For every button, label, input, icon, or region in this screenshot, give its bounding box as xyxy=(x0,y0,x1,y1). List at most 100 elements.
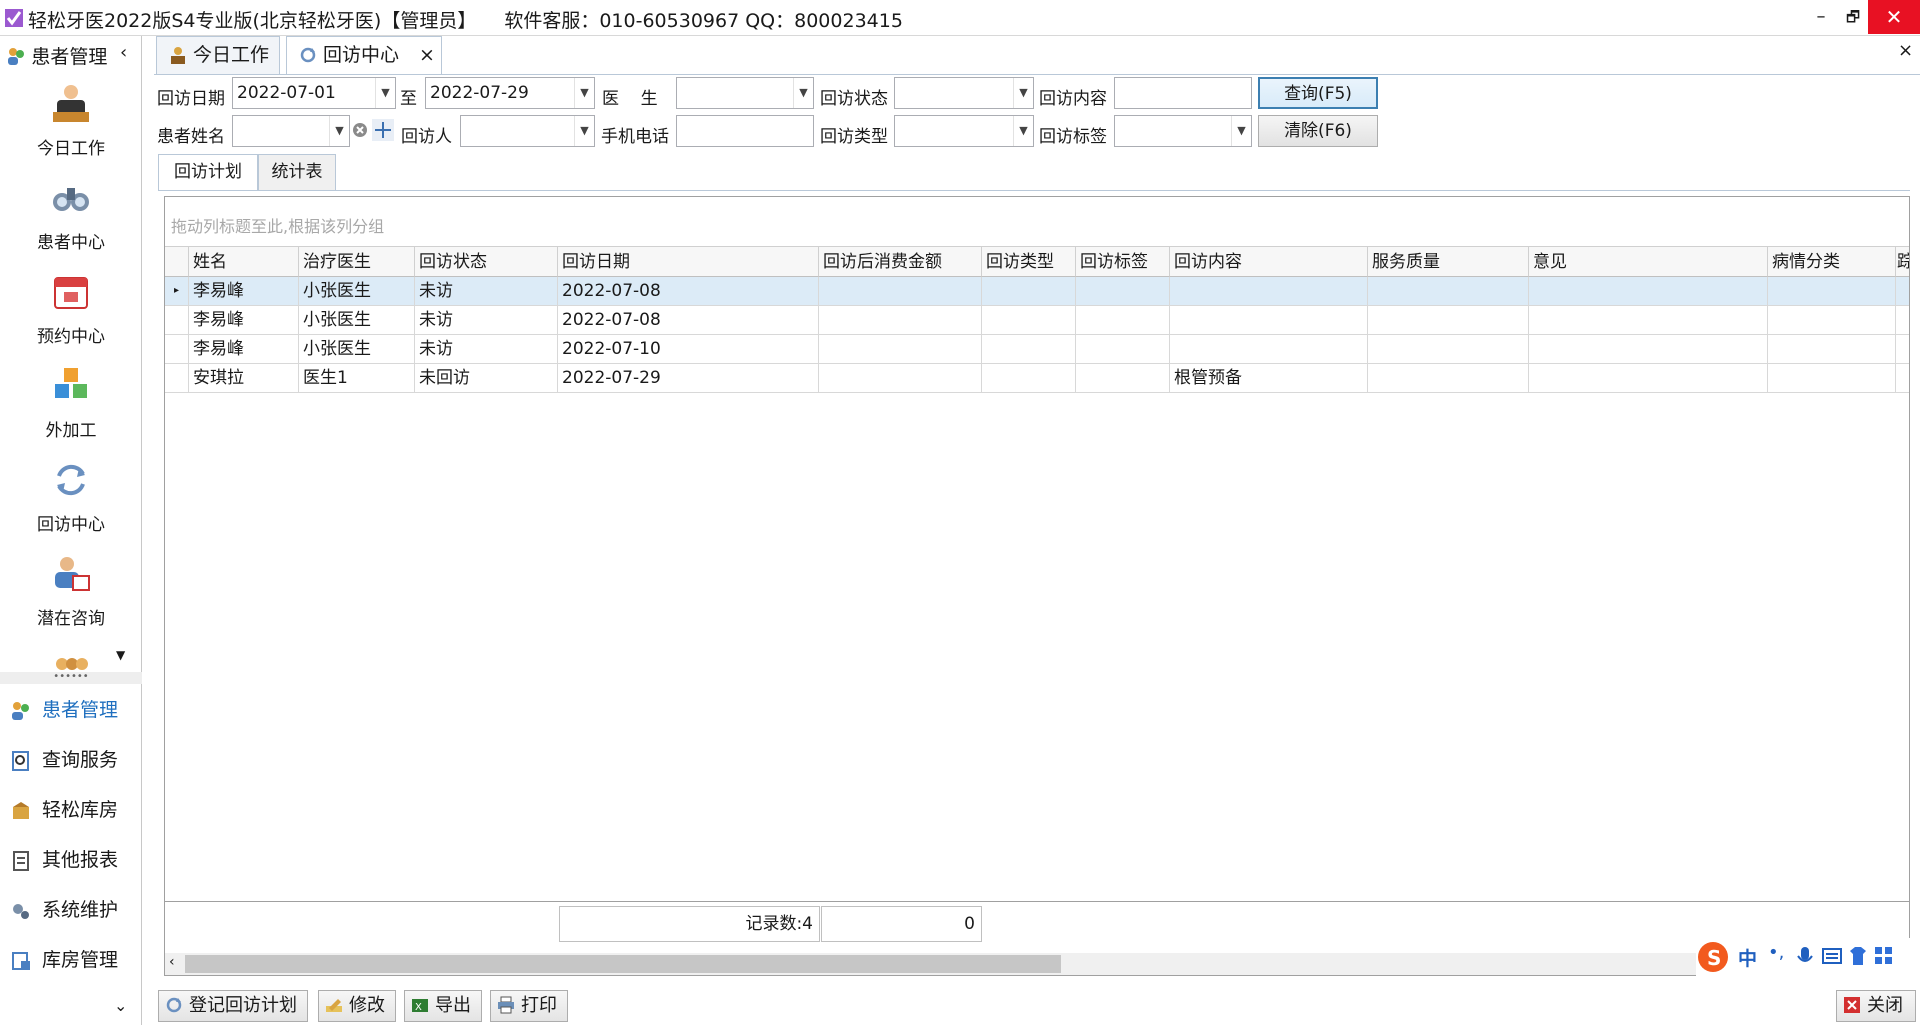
scroll-left-icon[interactable]: ‹ xyxy=(169,954,175,970)
table-cell[interactable] xyxy=(819,364,982,393)
visitor-select[interactable]: ▼ xyxy=(460,115,595,147)
scroll-down-icon[interactable]: ▼ xyxy=(116,648,125,662)
tab-today-work[interactable]: 今日工作 xyxy=(156,36,280,74)
table-cell[interactable] xyxy=(1768,306,1896,335)
table-cell[interactable] xyxy=(982,277,1076,306)
table-cell[interactable] xyxy=(982,306,1076,335)
col-header-condition[interactable]: 病情分类 xyxy=(1768,247,1896,277)
edit-button[interactable]: 修改 xyxy=(318,990,396,1022)
nav-potential-consult[interactable]: 潜在咨询 xyxy=(0,546,142,638)
table-cell[interactable] xyxy=(982,335,1076,364)
restore-button[interactable]: 🗗 xyxy=(1838,2,1868,32)
col-header-date[interactable]: 回访日期 xyxy=(558,247,819,277)
content-input[interactable] xyxy=(1114,77,1252,109)
table-cell[interactable] xyxy=(1170,277,1368,306)
table-cell[interactable] xyxy=(982,364,1076,393)
type-select[interactable]: ▼ xyxy=(894,115,1034,147)
group-warehouse-management[interactable]: 库房管理 xyxy=(10,940,118,980)
clear-button[interactable]: 清除(F6) xyxy=(1258,115,1378,147)
table-cell[interactable]: 小张医生 xyxy=(299,306,415,335)
table-cell[interactable]: 2022-07-08 xyxy=(558,306,819,335)
table-cell[interactable] xyxy=(1529,277,1768,306)
table-cell[interactable]: 小张医生 xyxy=(299,335,415,364)
table-cell[interactable] xyxy=(1368,335,1529,364)
table-cell[interactable]: 根管预备 xyxy=(1170,364,1368,393)
date-to-picker[interactable]: 2022-07-29 ▼ xyxy=(425,77,595,109)
table-cell[interactable] xyxy=(1076,364,1170,393)
close-all-tabs-icon[interactable]: × xyxy=(1898,40,1913,61)
query-button[interactable]: 查询(F5) xyxy=(1258,77,1378,109)
chevron-down-icon[interactable]: ▼ xyxy=(574,116,594,146)
sogou-logo-icon[interactable]: S xyxy=(1696,940,1730,974)
group-patient-management[interactable]: 患者管理 xyxy=(10,690,118,730)
table-cell[interactable]: 未回访 xyxy=(415,364,558,393)
table-cell[interactable] xyxy=(1368,277,1529,306)
table-cell[interactable]: 李易峰 xyxy=(189,335,299,364)
horizontal-scrollbar[interactable]: ‹ xyxy=(165,953,1909,975)
table-cell[interactable]: 未访 xyxy=(415,306,558,335)
table-cell[interactable]: 李易峰 xyxy=(189,306,299,335)
table-cell[interactable] xyxy=(1768,364,1896,393)
chevron-down-icon[interactable]: ▼ xyxy=(1231,116,1251,146)
table-cell[interactable] xyxy=(1529,335,1768,364)
table-cell[interactable] xyxy=(1368,364,1529,393)
punctuation-icon[interactable]: •, xyxy=(1768,942,1784,963)
tab-close-icon[interactable]: × xyxy=(419,37,435,73)
table-cell[interactable]: 2022-07-08 xyxy=(558,277,819,306)
table-cell[interactable] xyxy=(1896,306,1909,335)
table-cell[interactable]: 小张医生 xyxy=(299,277,415,306)
col-header-content[interactable]: 回访内容 xyxy=(1170,247,1368,277)
chevron-down-icon[interactable]: ▼ xyxy=(1013,78,1033,108)
filter-split-icon[interactable] xyxy=(372,119,394,141)
subtab-statistics[interactable]: 统计表 xyxy=(258,154,336,190)
tab-followup-center[interactable]: 回访中心 × xyxy=(286,36,442,75)
table-cell[interactable]: 安琪拉 xyxy=(189,364,299,393)
table-cell[interactable] xyxy=(1529,306,1768,335)
nav-appointment-center[interactable]: 预约中心 xyxy=(0,264,142,356)
nav-outsourcing[interactable]: 外加工 xyxy=(0,358,142,450)
ime-lang[interactable]: 中 xyxy=(1738,944,1757,971)
table-cell[interactable]: 李易峰 xyxy=(189,277,299,306)
table-cell[interactable] xyxy=(1896,335,1909,364)
status-select[interactable]: ▼ xyxy=(894,77,1034,109)
chevron-down-icon[interactable]: ▼ xyxy=(375,78,395,108)
col-header-type[interactable]: 回访类型 xyxy=(982,247,1076,277)
group-panel[interactable]: 拖动列标题至此,根据该列分组 xyxy=(165,197,1909,247)
subtab-followup-plan[interactable]: 回访计划 xyxy=(158,154,258,191)
table-cell[interactable] xyxy=(819,335,982,364)
minimize-button[interactable]: – xyxy=(1806,2,1836,32)
table-cell[interactable]: 医生1 xyxy=(299,364,415,393)
phone-input[interactable] xyxy=(676,115,814,147)
skin-shirt-icon[interactable] xyxy=(1848,946,1868,966)
table-cell[interactable] xyxy=(819,306,982,335)
chevron-left-icon[interactable]: ‹ xyxy=(120,42,127,63)
microphone-icon[interactable] xyxy=(1796,946,1814,968)
group-query-service[interactable]: 查询服务 xyxy=(10,740,118,780)
register-plan-button[interactable]: 登记回访计划 xyxy=(158,990,308,1022)
chevron-down-icon[interactable]: ▼ xyxy=(574,78,594,108)
splitter[interactable]: •••••• xyxy=(0,672,142,684)
table-cell[interactable] xyxy=(1170,306,1368,335)
col-header-trace[interactable]: 踪 xyxy=(1896,247,1909,277)
print-button[interactable]: 打印 xyxy=(490,990,568,1022)
close-window-button[interactable]: ✕ xyxy=(1868,0,1920,34)
tag-select[interactable]: ▼ xyxy=(1114,115,1252,147)
group-easy-warehouse[interactable]: 轻松库房 xyxy=(10,790,118,830)
nav-today-work[interactable]: 今日工作 xyxy=(0,76,142,168)
table-cell[interactable] xyxy=(1896,364,1909,393)
col-header-tag[interactable]: 回访标签 xyxy=(1076,247,1170,277)
table-cell[interactable] xyxy=(1076,277,1170,306)
chevron-down-icon[interactable]: ▼ xyxy=(793,78,813,108)
table-cell[interactable]: 2022-07-29 xyxy=(558,364,819,393)
export-button[interactable]: X 导出 xyxy=(404,990,482,1022)
grid-apps-icon[interactable] xyxy=(1874,946,1894,966)
nav-patient-center[interactable]: 患者中心 xyxy=(0,170,142,262)
chevron-down-icon[interactable]: ⌄ xyxy=(114,996,127,1015)
col-header-status[interactable]: 回访状态 xyxy=(415,247,558,277)
col-header-doctor[interactable]: 治疗医生 xyxy=(299,247,415,277)
table-cell[interactable] xyxy=(819,277,982,306)
table-cell[interactable]: 未访 xyxy=(415,335,558,364)
close-button[interactable]: 关闭 xyxy=(1836,990,1916,1022)
col-header-name[interactable]: 姓名 xyxy=(189,247,299,277)
table-cell[interactable] xyxy=(1896,277,1909,306)
